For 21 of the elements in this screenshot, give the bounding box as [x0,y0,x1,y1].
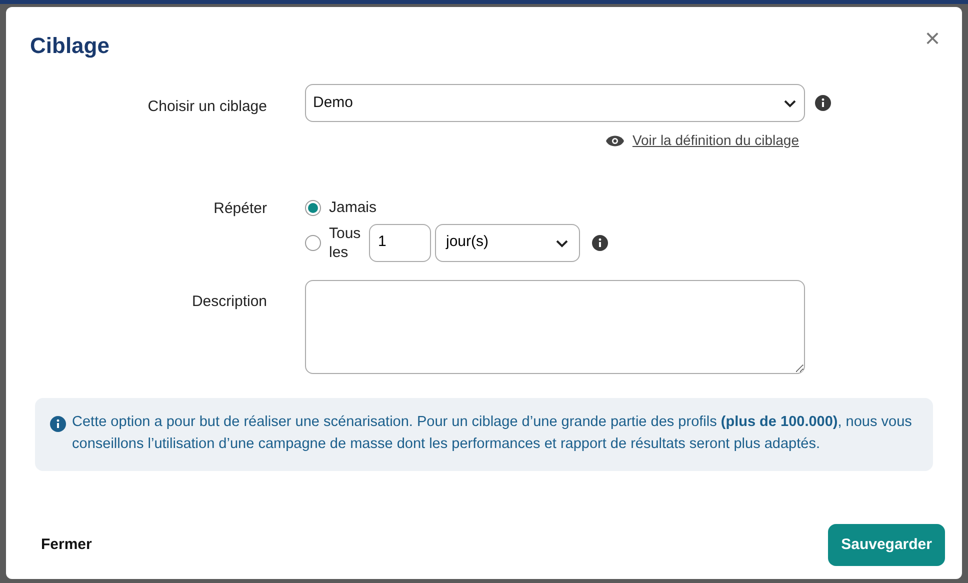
dialog-title: Ciblage [30,32,110,60]
radio-button[interactable] [305,200,321,216]
save-button[interactable]: Sauvegarder [828,524,945,566]
close-dialog-button[interactable]: Fermer [23,526,110,564]
close-button[interactable]: × [924,25,940,51]
definition-link[interactable]: Voir la définition du ciblage [632,130,799,151]
description-field[interactable] [305,280,805,374]
info-icon [815,95,831,111]
info-icon [592,234,608,250]
unit-select[interactable]: jour(s) [435,224,580,262]
radio-button[interactable] [305,234,321,250]
eye-icon [606,134,624,146]
targeting-select[interactable]: Demo [305,84,805,122]
field-label: Description [192,292,267,310]
field-label: Choisir un ciblage [148,98,267,115]
radio-label: Jamais [329,198,377,218]
info-icon [50,416,66,432]
count-input[interactable]: 1 [369,224,431,262]
notice-text: Cette option a pour but de réaliser une scénarisation. Pour un ciblage d’une grande partie des profils (plus de 100.000), nous vous conseillons l’utilisation d’une campagne de masse dont les performances et rapport de résultats seront plus adaptés. [72,412,913,454]
radio-label: Tous les [329,224,361,262]
field-label: Répéter [214,200,267,217]
